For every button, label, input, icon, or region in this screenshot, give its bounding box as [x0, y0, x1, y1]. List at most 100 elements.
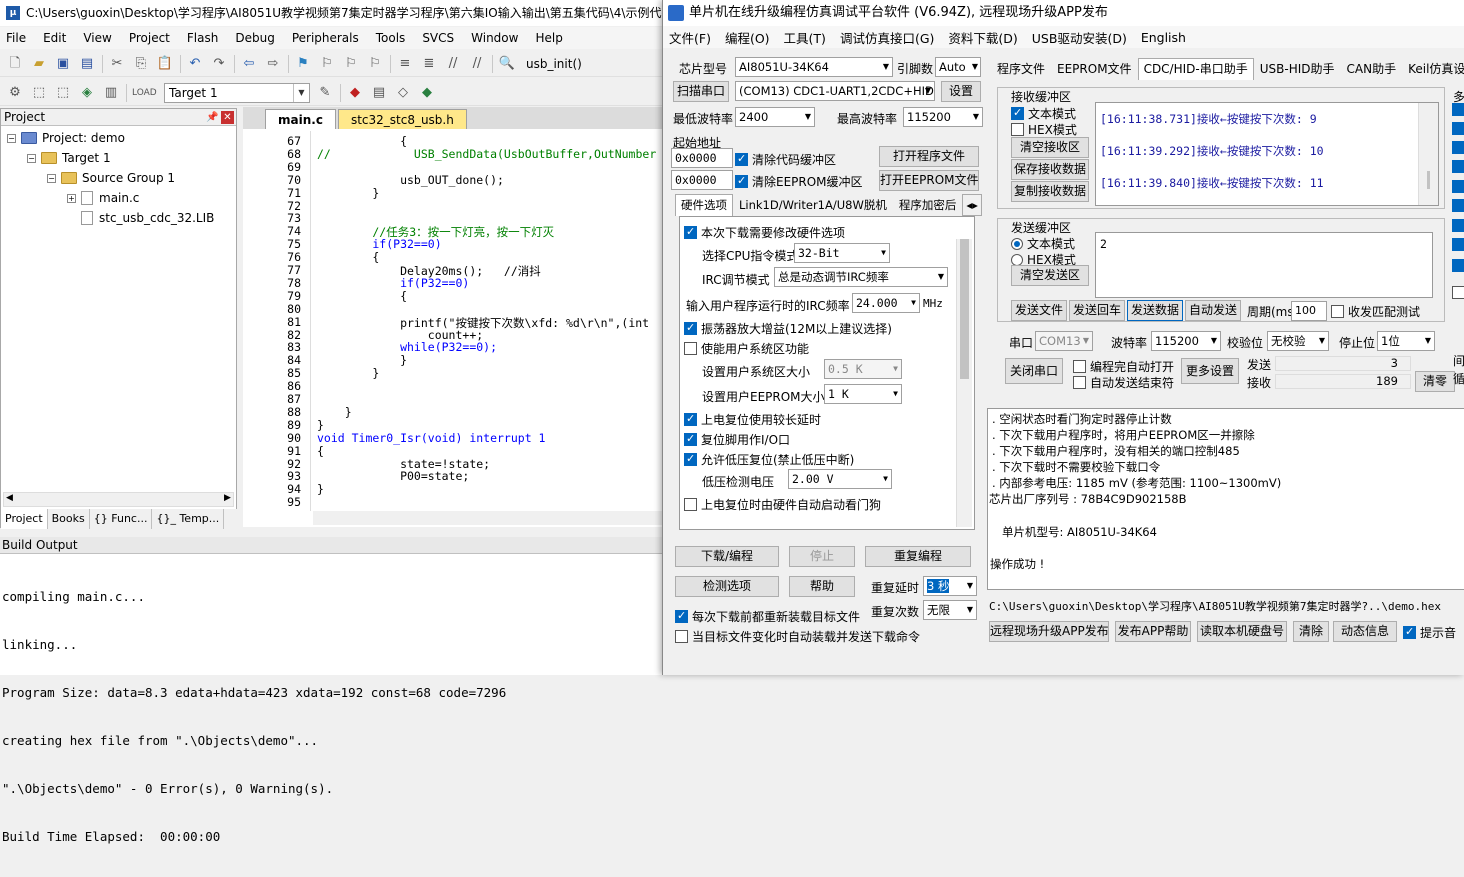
checkbox-checked[interactable]	[1452, 180, 1464, 193]
open-folder-icon[interactable]: ▰	[30, 55, 48, 73]
function-combo[interactable]: usb_init()	[526, 57, 582, 71]
rebuild-icon[interactable]: ⬚	[54, 84, 72, 102]
tab-templates[interactable]: {}_ Temp...	[152, 509, 225, 529]
tab-program-file[interactable]: 程序文件	[991, 58, 1051, 80]
nav-forward-icon[interactable]: ⇨	[264, 55, 282, 73]
menu-file[interactable]: 文件(F)	[669, 28, 711, 47]
bookmark-clear-icon[interactable]: ⚐	[366, 55, 384, 73]
save-icon[interactable]: ▣	[54, 55, 72, 73]
checkbox-checked[interactable]	[1452, 199, 1464, 212]
checkbox-checked[interactable]	[1452, 160, 1464, 173]
remote-upgrade-button[interactable]: 远程现场升级APP发布	[989, 621, 1109, 642]
menu-peripherals[interactable]: Peripherals	[292, 31, 359, 45]
collapse-icon[interactable]: −	[47, 173, 56, 183]
menu-tools[interactable]: 工具(T)	[784, 28, 826, 47]
send-file-button[interactable]: 发送文件	[1011, 300, 1067, 321]
cut-icon[interactable]: ✂	[108, 55, 126, 73]
send-data-button[interactable]: 发送数据	[1127, 300, 1183, 321]
select-pack-icon[interactable]: ◇	[394, 84, 412, 102]
stop-button[interactable]: 停止	[789, 546, 855, 567]
tab-cdc-serial[interactable]: CDC/HID-串口助手	[1137, 58, 1254, 80]
open-eeprom-button[interactable]: 打开EEPROM文件	[879, 170, 979, 191]
editor-hscroll[interactable]	[313, 511, 663, 525]
long-reset-checkbox[interactable]: 上电复位使用较长延时	[684, 411, 821, 428]
tab-scroll-icon[interactable]: ◂▸	[962, 194, 982, 216]
tab-encrypt[interactable]: 程序加密后	[893, 194, 963, 216]
checkbox-checked[interactable]	[1452, 141, 1464, 154]
tab-books[interactable]: Books	[48, 509, 90, 529]
repeat-count-select[interactable]: 无限 ▼	[923, 600, 977, 620]
scroll-right-icon[interactable]: ▶	[224, 493, 231, 503]
project-hscroll[interactable]: ◀ ▶	[3, 492, 234, 507]
clear-log-button[interactable]: 清除	[1293, 621, 1329, 642]
sys-size-select[interactable]: 0.5 K ▼	[824, 359, 902, 379]
stopbit-select[interactable]: 1位 ▼	[1377, 331, 1435, 351]
parity-select[interactable]: 无校验 ▼	[1267, 331, 1329, 351]
tab-functions[interactable]: {} Func...	[90, 509, 153, 529]
menu-view[interactable]: View	[83, 31, 111, 45]
expand-icon[interactable]: +	[67, 193, 76, 203]
unindent-icon[interactable]: ≣	[420, 55, 438, 73]
save-recv-button[interactable]: 保存接收数据	[1011, 159, 1089, 180]
download-button[interactable]: 下载/编程	[675, 546, 779, 567]
recv-text-mode-checkbox[interactable]: 文本模式	[1011, 105, 1076, 122]
build-output-text[interactable]: compiling main.c... linking... Program S…	[2, 557, 506, 877]
menu-debug[interactable]: Debug	[235, 31, 274, 45]
checkbox-unchecked[interactable]	[1452, 286, 1464, 299]
copy-icon[interactable]: ⎘	[132, 55, 150, 73]
detect-options-button[interactable]: 检测选项	[675, 576, 779, 597]
dynamic-info-button[interactable]: 动态信息	[1333, 621, 1397, 642]
chip-select[interactable]: AI8051U-34K64 ▼	[735, 57, 893, 77]
menu-project[interactable]: Project	[129, 31, 170, 45]
tree-file-lib[interactable]: stc_usb_cdc_32.LIB	[81, 208, 214, 228]
menu-program[interactable]: 编程(O)	[725, 28, 770, 47]
recv-vscroll[interactable]	[1418, 103, 1438, 205]
auto-send-button[interactable]: 自动发送	[1185, 300, 1241, 321]
period-input[interactable]: 100	[1291, 301, 1327, 321]
menu-flash[interactable]: Flash	[187, 31, 218, 45]
send-textarea[interactable]: 2	[1095, 232, 1433, 298]
eeprom-size-select[interactable]: 1 K ▼	[824, 384, 902, 404]
help-button[interactable]: 帮助	[789, 576, 855, 597]
tab-hardware-options[interactable]: 硬件选项	[675, 194, 733, 216]
menu-usb-driver[interactable]: USB驱动安装(D)	[1032, 28, 1127, 47]
close-port-button[interactable]: 关闭串口	[1005, 358, 1063, 384]
auto-send-end-checkbox[interactable]: 自动发送结束符	[1073, 374, 1174, 391]
pin-select[interactable]: Auto ▼	[935, 57, 981, 77]
checkbox-checked[interactable]	[1452, 238, 1464, 251]
checkbox-checked[interactable]	[1452, 259, 1464, 272]
target-options-icon[interactable]: ✎	[316, 84, 334, 102]
menu-window[interactable]: Window	[471, 31, 518, 45]
menu-download-docs[interactable]: 资料下载(D)	[948, 28, 1017, 47]
tree-source-group[interactable]: − Source Group 1	[47, 168, 175, 188]
beep-checkbox[interactable]: 提示音	[1403, 624, 1456, 641]
eeprom-addr-input[interactable]: 0x0000	[671, 170, 733, 190]
tab-eeprom-file[interactable]: EEPROM文件	[1051, 58, 1138, 80]
clear-recv-button[interactable]: 清空接收区	[1011, 137, 1089, 158]
bookmark-next-icon[interactable]: ⚐	[342, 55, 360, 73]
pin-icon[interactable]: 📌	[206, 109, 218, 126]
clear-code-checkbox[interactable]: 清除代码缓冲区	[735, 151, 836, 168]
serial-port-select[interactable]: COM13 ▼	[1035, 331, 1093, 351]
close-icon[interactable]: ✕	[221, 111, 234, 124]
clear-count-button[interactable]: 清零	[1415, 371, 1455, 392]
batch-build-icon[interactable]: ◈	[78, 84, 96, 102]
scroll-thumb[interactable]	[960, 239, 969, 379]
irc-freq-input[interactable]: 24.000 ▼	[852, 293, 920, 313]
uncomment-icon[interactable]: //	[468, 55, 486, 73]
lvd-select[interactable]: 2.00 V ▼	[788, 469, 892, 489]
copy-recv-button[interactable]: 复制接收数据	[1011, 181, 1089, 202]
tab-offline[interactable]: Link1D/Writer1A/U8W脱机	[733, 194, 893, 216]
collapse-icon[interactable]: −	[27, 153, 36, 163]
collapse-icon[interactable]: −	[7, 133, 16, 143]
editor-code-area[interactable]: 67 {68 // USB_SendData(UsbOutBuffer,OutNu…	[243, 131, 665, 511]
publish-help-button[interactable]: 发布APP帮助	[1115, 621, 1191, 642]
bookmark-icon[interactable]: ⚑	[294, 55, 312, 73]
tree-project-root[interactable]: − Project: demo	[7, 128, 125, 148]
redo-icon[interactable]: ↷	[210, 55, 228, 73]
more-settings-button[interactable]: 更多设置	[1181, 358, 1239, 384]
target-select[interactable]: Target 1 ▼	[164, 82, 310, 103]
need-modify-checkbox[interactable]: 本次下载需要修改硬件选项	[684, 224, 845, 241]
recv-hex-mode-checkbox[interactable]: HEX模式	[1011, 121, 1077, 138]
menu-file[interactable]: File	[6, 31, 26, 45]
